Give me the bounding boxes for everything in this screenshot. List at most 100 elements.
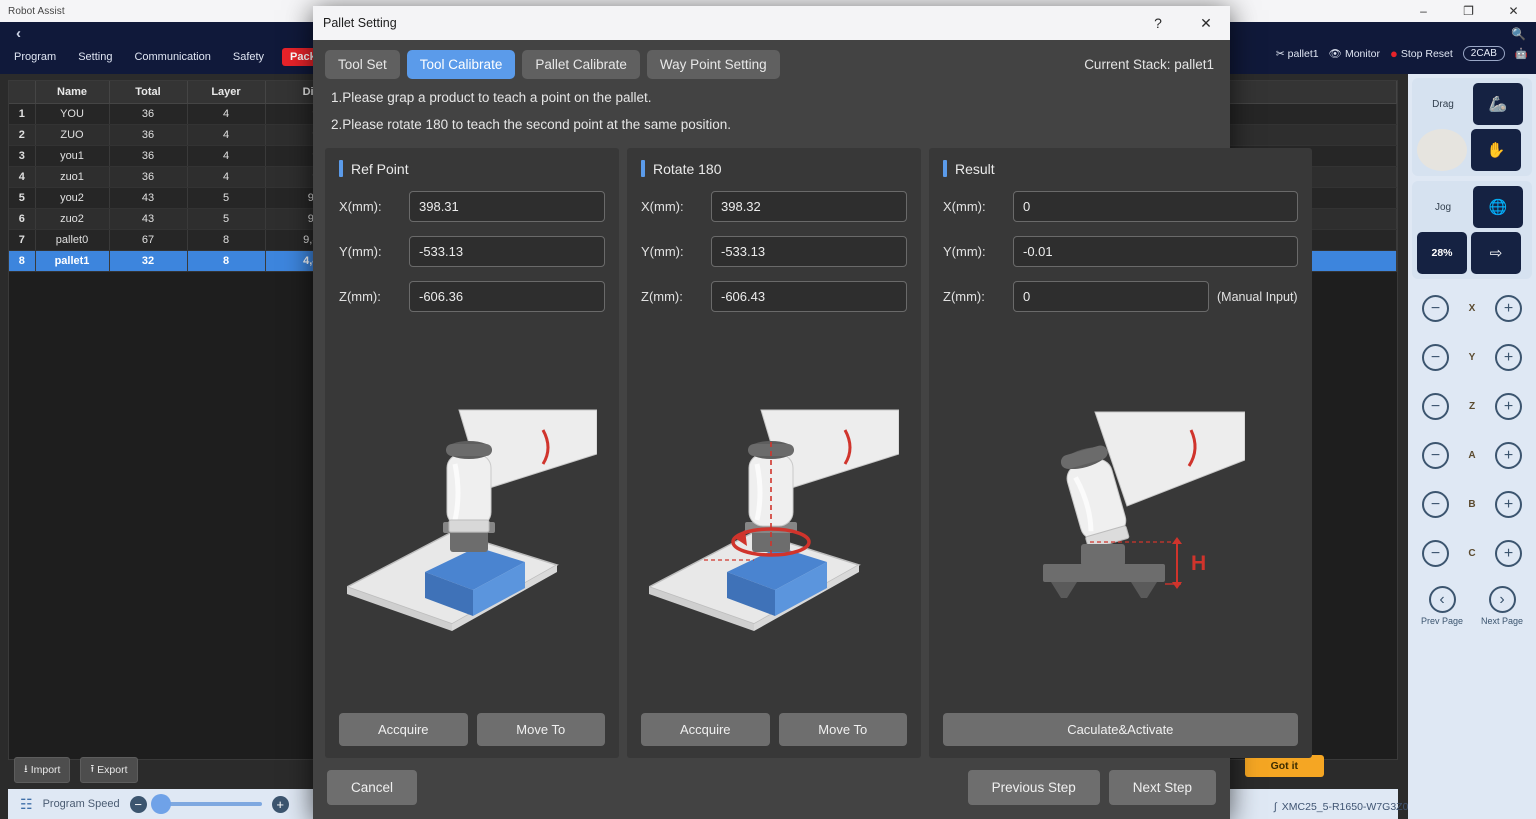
dialog-footer: Cancel Previous Step Next Step xyxy=(313,758,1230,819)
jog-speed-button[interactable]: 28% xyxy=(1417,232,1467,274)
axis-c-label: C xyxy=(1468,548,1476,559)
next-step-button[interactable]: Next Step xyxy=(1108,770,1216,805)
tab-way-point-setting[interactable]: Way Point Setting xyxy=(646,50,780,79)
export-button[interactable]: ⭱ Export xyxy=(80,757,138,783)
monitor-button[interactable]: 👁 Monitor xyxy=(1329,47,1380,61)
axis-z-minus-button[interactable]: − xyxy=(1422,393,1449,420)
row-total: 67 xyxy=(109,229,188,251)
panel-buttons-result: Caculate&Activate xyxy=(943,713,1298,746)
row-total: 36 xyxy=(109,124,188,146)
status-badge-2cab[interactable]: 2CAB xyxy=(1462,46,1505,61)
row-layer: 4 xyxy=(187,103,266,125)
tool-pallet-label: pallet1 xyxy=(1287,47,1319,60)
axis-row-z: − Z + xyxy=(1412,382,1532,431)
minimize-icon[interactable]: – xyxy=(1401,0,1446,22)
axis-x-minus-button[interactable]: − xyxy=(1422,295,1449,322)
accent-bar xyxy=(641,160,645,177)
next-page-label: Next Page xyxy=(1480,616,1524,626)
import-button[interactable]: ⭳ Import xyxy=(14,757,71,783)
input-rot-z[interactable] xyxy=(711,281,907,312)
input-ref-x[interactable] xyxy=(409,191,605,222)
label-ref-x: X(mm): xyxy=(339,199,382,214)
panel-title-rotate-180: Rotate 180 xyxy=(653,160,722,177)
axis-b-minus-button[interactable]: − xyxy=(1422,491,1449,518)
row-name: YOU xyxy=(35,103,110,125)
jog-panel: Drag 🦾 ✋ Jog 🌐 28% ⇨ − X + − Y + − Z + −… xyxy=(1408,74,1536,819)
calculate-activate-button[interactable]: Caculate&Activate xyxy=(943,713,1298,746)
close-icon[interactable]: ✕ xyxy=(1491,0,1536,22)
row-total: 36 xyxy=(109,145,188,167)
robot-icon[interactable]: 🤖 xyxy=(1515,47,1528,60)
axis-c-plus-button[interactable]: + xyxy=(1494,540,1522,567)
robot-arm-icon[interactable]: 🦾 xyxy=(1473,83,1523,125)
stop-icon: ● xyxy=(1389,46,1398,61)
back-icon[interactable]: ‹ xyxy=(16,25,21,42)
program-speed-slider[interactable] xyxy=(150,794,262,814)
tab-tool-calibrate[interactable]: Tool Calibrate xyxy=(406,50,516,79)
panel-ref-point: Ref Point X(mm): Y(mm): Z(mm): xyxy=(325,148,619,758)
axis-a-minus-button[interactable]: − xyxy=(1422,442,1449,469)
axis-b-plus-button[interactable]: + xyxy=(1494,491,1522,518)
dialog-titlebar: Pallet Setting ? ✕ xyxy=(313,6,1230,40)
got-it-button[interactable]: Got it xyxy=(1244,755,1324,777)
stop-reset-button[interactable]: ● Stop Reset xyxy=(1390,46,1453,61)
speed-decrease-button[interactable]: − xyxy=(129,795,147,813)
drag-pad[interactable] xyxy=(1417,129,1467,171)
manual-input-note: (Manual Input) xyxy=(1217,289,1298,304)
prev-page-button[interactable]: ‹ Prev Page xyxy=(1421,586,1463,626)
axis-a-plus-button[interactable]: + xyxy=(1494,442,1522,469)
row-name: pallet0 xyxy=(35,229,110,251)
search-icon[interactable]: 🔍 xyxy=(1511,27,1526,41)
menu-item-program[interactable]: Program xyxy=(10,48,60,66)
help-icon[interactable]: ? xyxy=(1134,6,1182,40)
navbar-tools: ✂ pallet1 👁 Monitor ● Stop Reset 2CAB 🤖 xyxy=(1276,46,1528,61)
acquire-rot-button[interactable]: Accquire xyxy=(641,713,770,746)
step-arrow-icon[interactable]: ⇨ xyxy=(1471,232,1521,274)
axis-row-a: − A + xyxy=(1412,431,1532,480)
axis-x-plus-button[interactable]: + xyxy=(1494,295,1522,322)
input-res-x[interactable] xyxy=(1013,191,1298,222)
move-to-rot-button[interactable]: Move To xyxy=(778,713,907,746)
speed-increase-button[interactable]: + xyxy=(271,795,289,813)
add-point-icon[interactable]: ✋ xyxy=(1471,129,1521,171)
maximize-icon[interactable]: ❐ xyxy=(1446,0,1491,22)
illustration-rotate-180 xyxy=(641,326,907,707)
next-page-button[interactable]: › Next Page xyxy=(1481,586,1523,626)
axis-b-label: B xyxy=(1468,499,1476,510)
panel-header: Ref Point xyxy=(339,160,605,177)
input-res-y[interactable] xyxy=(1013,236,1298,267)
slider-handle[interactable] xyxy=(150,794,171,814)
tab-pallet-calibrate[interactable]: Pallet Calibrate xyxy=(522,50,640,79)
jog-label: Jog xyxy=(1434,201,1452,213)
dialog-title-buttons: ? ✕ xyxy=(1134,6,1230,40)
dialog-tabs: Tool Set Tool Calibrate Pallet Calibrate… xyxy=(313,40,1230,85)
coordinate-globe-icon[interactable]: 🌐 xyxy=(1473,186,1523,228)
wifi-icon: ☷ xyxy=(20,795,33,812)
previous-step-button[interactable]: Previous Step xyxy=(967,770,1100,805)
menu-item-setting[interactable]: Setting xyxy=(74,48,116,66)
tool-pallet-button[interactable]: ✂ pallet1 xyxy=(1276,48,1319,60)
illustration-ref-point xyxy=(339,326,605,707)
os-window-title: Robot Assist xyxy=(8,5,65,17)
input-res-z[interactable] xyxy=(1013,281,1209,312)
axis-z-plus-button[interactable]: + xyxy=(1494,393,1522,420)
move-to-ref-button[interactable]: Move To xyxy=(476,713,605,746)
label-rot-z: Z(mm): xyxy=(641,289,683,304)
input-ref-y[interactable] xyxy=(409,236,605,267)
row-total: 43 xyxy=(109,208,188,230)
dialog-close-icon[interactable]: ✕ xyxy=(1182,6,1230,40)
label-res-y: Y(mm): xyxy=(943,244,986,259)
acquire-ref-button[interactable]: Accquire xyxy=(339,713,468,746)
field-res-x: X(mm): xyxy=(943,191,1298,222)
input-ref-z[interactable] xyxy=(409,281,605,312)
axis-c-minus-button[interactable]: − xyxy=(1422,540,1449,567)
menu-item-safety[interactable]: Safety xyxy=(229,48,268,66)
tab-tool-set[interactable]: Tool Set xyxy=(325,50,400,79)
axis-y-minus-button[interactable]: − xyxy=(1422,344,1449,371)
current-stack-label: Current Stack: pallet1 xyxy=(1084,57,1214,72)
menu-item-communication[interactable]: Communication xyxy=(130,48,214,66)
cancel-button[interactable]: Cancel xyxy=(327,770,418,805)
input-rot-y[interactable] xyxy=(711,236,907,267)
input-rot-x[interactable] xyxy=(711,191,907,222)
axis-y-plus-button[interactable]: + xyxy=(1494,344,1522,371)
